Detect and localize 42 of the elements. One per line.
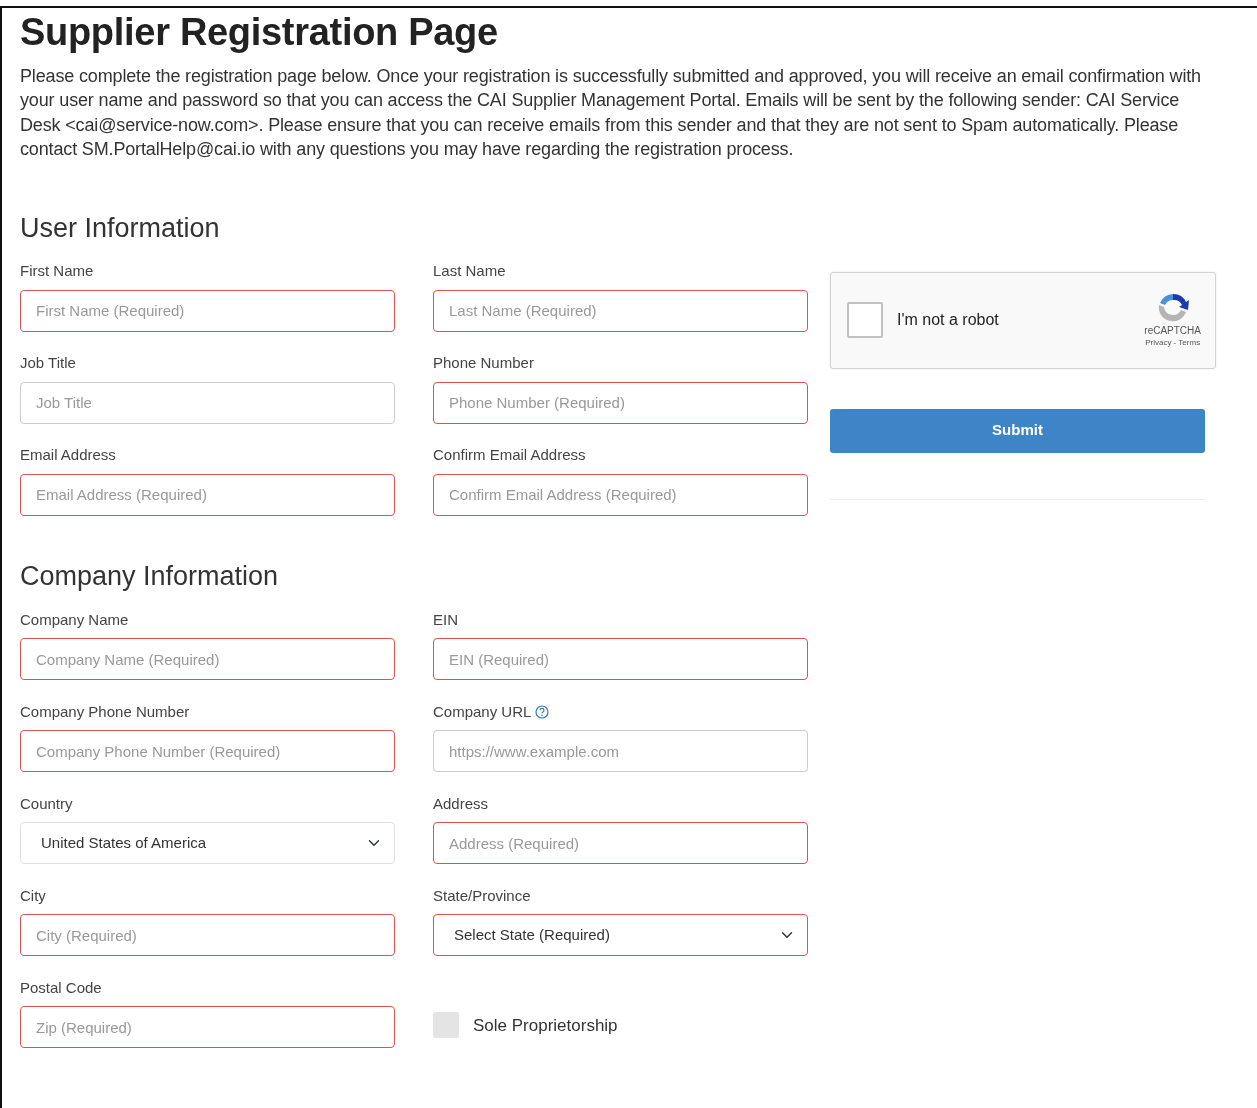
field-label: Confirm Email Address (433, 445, 586, 466)
input-field[interactable]: https://www.example.com (433, 730, 808, 773)
input-field[interactable]: Email Address (Required) (20, 474, 395, 516)
input-field[interactable]: Address (Required) (433, 822, 808, 865)
field-label: Postal Code (20, 977, 102, 998)
page-title: Supplier Registration Page (20, 10, 499, 55)
captcha-brand: reCAPTCHA (1144, 325, 1201, 338)
input-field[interactable]: EIN (Required) (433, 638, 808, 681)
field-label: State/Province (433, 885, 531, 906)
input-field[interactable]: Company Phone Number (Required) (20, 730, 395, 773)
intro-paragraph: Please complete the registration page below. Once your registration is successfully submitted and approved, you will receive an email confirmation with your user name and password so that you can access the CAI Supplier Management Portal. Emails will be sent by the following sender: CAI Service Desk <cai@service-now.com>. Please ensure that you can receive emails from this sender and that they are not sent to Spam automatically. Please contact SM.PortalHelp@cai.io with any questions you may have regarding the registration process. (20, 64, 1202, 162)
captcha-checkbox[interactable] (847, 302, 883, 339)
input-field[interactable]: Company Name (Required) (20, 638, 395, 681)
input-field[interactable]: Phone Number (Required) (433, 382, 808, 424)
input-field[interactable]: City (Required) (20, 914, 395, 957)
dropdown[interactable]: Select State (Required) (433, 914, 808, 957)
input-field[interactable]: First Name (Required) (20, 290, 395, 332)
section-heading: User Information (20, 211, 221, 244)
dropdown[interactable]: United States of America (20, 822, 395, 865)
field-label: Country (20, 793, 73, 814)
input-field[interactable]: Last Name (Required) (433, 290, 808, 332)
field-label: Job Title (20, 353, 76, 374)
input-field[interactable]: Job Title (20, 382, 395, 424)
field-label: First Name (20, 261, 94, 282)
checkbox-label: Sole Proprietorship (473, 1014, 618, 1037)
field-label: Address (433, 793, 489, 814)
checkbox[interactable] (433, 1012, 459, 1039)
field-label: Last Name (433, 261, 506, 282)
field-label: Company URL (433, 701, 532, 722)
field-label: Email Address (20, 445, 116, 466)
section-heading: Company Information (20, 560, 280, 593)
captcha-links[interactable]: Privacy - Terms (1145, 337, 1201, 350)
help-icon[interactable] (535, 704, 550, 719)
captcha-label: I'm not a robot (897, 310, 1000, 331)
field-label: Phone Number (433, 353, 534, 374)
field-label: City (20, 885, 46, 906)
field-label: EIN (433, 609, 458, 630)
field-label: Company Phone Number (20, 701, 190, 722)
field-label: Company Name (20, 609, 129, 630)
input-field[interactable]: Zip (Required) (20, 1006, 395, 1049)
input-field[interactable]: Confirm Email Address (Required) (433, 474, 808, 516)
submit-button[interactable]: Submit (830, 408, 1205, 453)
